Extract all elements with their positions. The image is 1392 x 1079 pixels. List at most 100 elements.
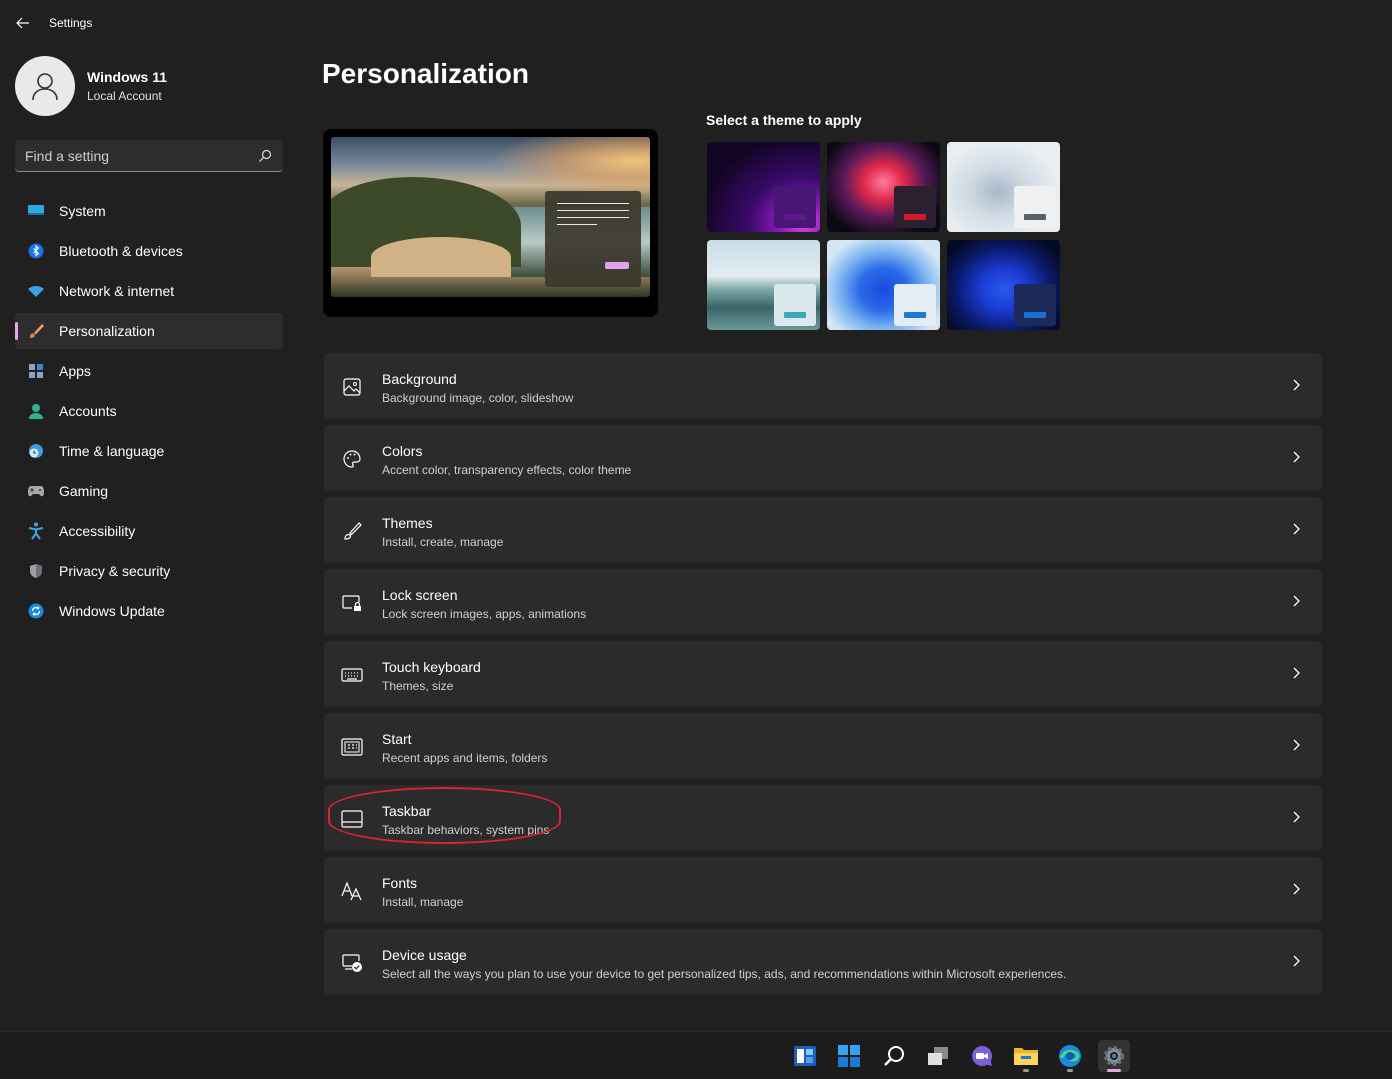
setting-taskbar[interactable]: Taskbar Taskbar behaviors, system pins (324, 785, 1322, 851)
sidebar-item-accessibility[interactable]: Accessibility (15, 513, 283, 549)
profile-account-type: Local Account (87, 89, 162, 103)
setting-background[interactable]: Background Background image, color, slid… (324, 353, 1322, 419)
nav-list: System Bluetooth & devices Network & int… (15, 193, 283, 633)
theme-blue-bloom-dark[interactable] (947, 240, 1060, 330)
chevron-right-icon (1290, 666, 1304, 680)
app-title: Settings (49, 16, 93, 30)
setting-description: Background image, color, slideshow (382, 391, 574, 405)
sidebar-item-network[interactable]: Network & internet (15, 273, 283, 309)
sidebar-item-label: Apps (59, 363, 91, 379)
setting-title: Touch keyboard (382, 659, 481, 675)
edge-icon[interactable] (1054, 1040, 1086, 1072)
setting-description: Themes, size (382, 679, 454, 693)
setting-colors[interactable]: Colors Accent color, transparency effect… (324, 425, 1322, 491)
desktop-preview-image (331, 137, 650, 297)
wifi-icon (27, 282, 45, 300)
sidebar-item-label: Accessibility (59, 523, 136, 539)
start-icon[interactable] (833, 1040, 865, 1072)
start-menu-icon (341, 736, 363, 758)
setting-description: Select all the ways you plan to use your… (382, 967, 1067, 981)
sidebar-item-windows-update[interactable]: Windows Update (15, 593, 283, 629)
person-icon (32, 73, 58, 101)
chevron-right-icon (1290, 954, 1304, 968)
theme-preview (323, 129, 658, 317)
setting-fonts[interactable]: Fonts Install, manage (324, 857, 1322, 923)
setting-title: Lock screen (382, 587, 458, 603)
palette-icon (341, 448, 363, 470)
update-icon (27, 602, 45, 620)
theme-accent-swatch (1024, 214, 1046, 220)
chevron-right-icon (1290, 450, 1304, 464)
theme-flower[interactable] (827, 142, 940, 232)
back-button[interactable] (10, 10, 36, 36)
sidebar-item-gaming[interactable]: Gaming (15, 473, 283, 509)
search-box[interactable] (15, 140, 283, 172)
apps-icon (27, 362, 45, 380)
setting-description: Taskbar behaviors, system pins (382, 823, 550, 837)
theme-light-bloom[interactable] (947, 142, 1060, 232)
settings-icon[interactable] (1098, 1040, 1130, 1072)
theme-purple-glow[interactable] (707, 142, 820, 232)
profile-name: Windows 11 (87, 69, 168, 85)
sidebar-item-time-language[interactable]: Time & language (15, 433, 283, 469)
theme-accent-swatch (1024, 312, 1046, 318)
taskbar-icon (341, 808, 363, 830)
setting-title: Taskbar (382, 803, 432, 819)
sidebar-item-privacy-security[interactable]: Privacy & security (15, 553, 283, 589)
sidebar-item-bluetooth[interactable]: Bluetooth & devices (15, 233, 283, 269)
widgets-icon[interactable] (789, 1040, 821, 1072)
page-title: Personalization (322, 58, 529, 89)
sidebar-item-system[interactable]: System (15, 193, 283, 229)
setting-touch-keyboard[interactable]: Touch keyboard Themes, size (324, 641, 1322, 707)
theme-accent-swatch (904, 214, 926, 220)
sidebar-item-label: System (59, 203, 106, 219)
profile[interactable]: Windows 11 Local Account (15, 56, 167, 116)
chevron-right-icon (1290, 810, 1304, 824)
sidebar-item-label: Network & internet (59, 283, 175, 299)
setting-title: Start (382, 731, 412, 747)
keyboard-icon (341, 664, 363, 686)
device-usage-icon (341, 952, 363, 974)
gamepad-icon (27, 482, 45, 500)
setting-device-usage[interactable]: Device usage Select all the ways you pla… (324, 929, 1322, 995)
person-icon (27, 402, 45, 420)
setting-title: Device usage (382, 947, 467, 963)
setting-description: Recent apps and items, folders (382, 751, 548, 765)
image-icon (341, 376, 363, 398)
setting-description: Install, manage (382, 895, 464, 909)
sidebar-item-label: Personalization (59, 323, 155, 339)
sidebar-item-accounts[interactable]: Accounts (15, 393, 283, 429)
setting-title: Themes (382, 515, 433, 531)
setting-description: Lock screen images, apps, animations (382, 607, 587, 621)
chat-icon[interactable] (966, 1040, 998, 1072)
search-icon[interactable] (257, 148, 273, 164)
theme-accent-swatch (784, 214, 806, 220)
avatar (15, 56, 75, 116)
setting-title: Colors (382, 443, 423, 459)
file-explorer-icon[interactable] (1010, 1040, 1042, 1072)
accessibility-icon (27, 522, 45, 540)
theme-section-heading: Select a theme to apply (706, 112, 862, 128)
sidebar-item-label: Time & language (59, 443, 165, 459)
chevron-right-icon (1290, 378, 1304, 392)
setting-title: Background (382, 371, 457, 387)
chevron-right-icon (1290, 738, 1304, 752)
chevron-right-icon (1290, 882, 1304, 896)
sidebar-item-label: Accounts (59, 403, 117, 419)
setting-start[interactable]: Start Recent apps and items, folders (324, 713, 1322, 779)
theme-blue-bloom-light[interactable] (827, 240, 940, 330)
search-icon[interactable] (878, 1040, 910, 1072)
theme-lake[interactable] (707, 240, 820, 330)
back-arrow-icon (16, 17, 29, 29)
setting-title: Fonts (382, 875, 418, 891)
setting-themes[interactable]: Themes Install, create, manage (324, 497, 1322, 563)
sidebar-item-apps[interactable]: Apps (15, 353, 283, 389)
search-input[interactable] (25, 147, 257, 164)
fonts-icon (341, 880, 363, 902)
setting-lock-screen[interactable]: Lock screen Lock screen images, apps, an… (324, 569, 1322, 635)
sidebar-item-label: Bluetooth & devices (59, 243, 183, 259)
sidebar-item-personalization[interactable]: Personalization (15, 313, 283, 349)
task-view-icon[interactable] (922, 1040, 954, 1072)
setting-description: Accent color, transparency effects, colo… (382, 463, 632, 477)
sidebar-item-label: Windows Update (59, 603, 165, 619)
